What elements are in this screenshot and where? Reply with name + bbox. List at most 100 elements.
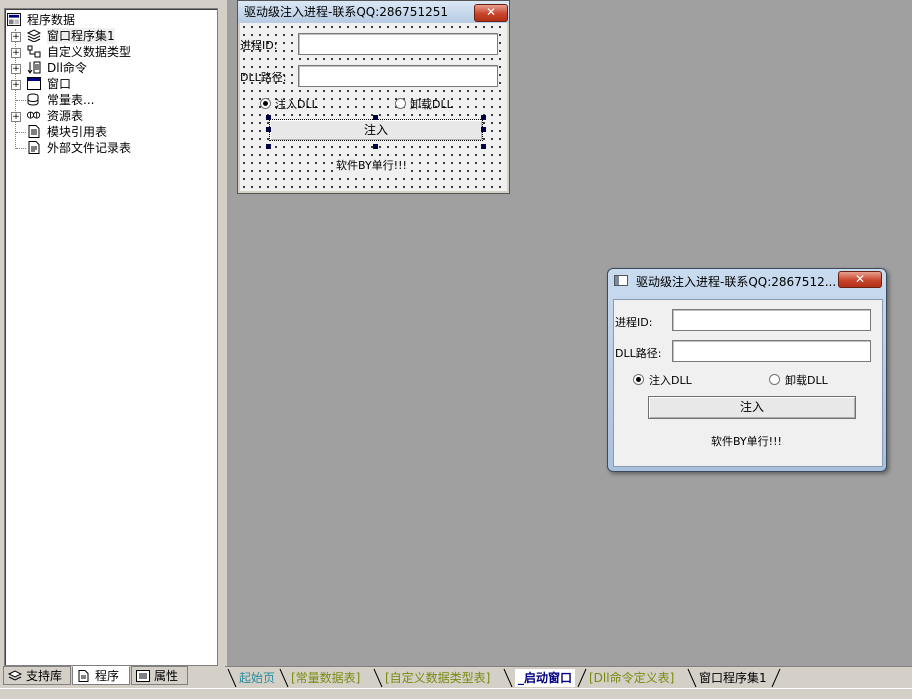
tab-program[interactable]: 程序 [72,666,130,685]
selection-handle[interactable] [266,115,271,120]
design-form-client[interactable]: 进程ID: DLL路径: 注入DLL 卸载DLL 注入 软件BY单行!!! [240,23,507,191]
status-bar [0,688,912,699]
preview-form-client: 进程ID: DLL路径: 注入DLL 卸载DLL 注入 软件BY单行!!! [613,299,883,467]
tree-item-constants[interactable]: 常量表... [5,92,205,108]
module-ref-icon [28,125,40,138]
tab-label: 支持库 [26,669,63,683]
unload-radio[interactable] [395,98,406,109]
document-icon [28,141,40,154]
inject-radio-label: 注入DLL [649,374,692,387]
tree-item-windows[interactable]: + 窗口 [5,76,205,92]
tab-constants-table[interactable]: [常量数据表] [291,669,360,687]
selection-handle[interactable] [266,127,271,132]
tree-item-module-refs[interactable]: 模块引用表 [5,124,205,140]
database-icon [27,93,39,106]
tree-item-external-files[interactable]: 外部文件记录表 [5,140,205,156]
dll-path-label: DLL路径: [240,71,287,84]
expand-icon[interactable]: + [11,112,21,122]
pid-label: 进程ID: [615,316,653,329]
tab-properties[interactable]: 属性 [131,666,188,685]
footer-label: 软件BY单行!!! [711,435,782,448]
tree-item-label: 窗口程序集1 [47,28,115,44]
unload-radio-label: 卸载DLL [785,374,828,387]
tree-item-resources[interactable]: + 资源表 [5,108,205,124]
layers-icon [27,29,41,42]
preview-form-window[interactable]: 驱动级注入进程-联系QQ:2867512... ✕ 进程ID: DLL路径: 注… [607,268,887,472]
footer-label: 软件BY单行!!! [336,157,407,173]
tab-label: 程序 [95,669,120,683]
close-icon: ✕ [854,272,866,286]
tab-window-assembly[interactable]: 窗口程序集1 [699,669,767,687]
selection-handle[interactable] [266,144,271,149]
selection-handle[interactable] [481,144,486,149]
design-form-window[interactable]: 驱动级注入进程-联系QQ:286751251 ✕ 进程ID: DLL路径: 注入… [237,0,510,194]
window-title: 驱动级注入进程-联系QQ:286751251 [244,5,448,19]
tree-connector [16,148,26,149]
dll-path-input[interactable] [672,340,871,362]
tree-item-dll-commands[interactable]: + Dll命令 [5,60,205,76]
tree-item-label: 模块引用表 [47,125,108,139]
dll-path-label: DLL路径: [615,347,662,360]
expand-icon[interactable]: + [11,32,21,42]
close-button[interactable]: ✕ [838,271,882,288]
data-type-icon [27,45,41,58]
tab-label: 属性 [154,669,179,683]
tab-custom-types-table[interactable]: [自定义数据类型表] [385,669,490,687]
library-icon [8,670,22,681]
left-panel-tabs: 支持库 程序 属性 [0,666,225,688]
properties-icon [136,670,150,682]
tab-start-page[interactable]: 起始页 [239,669,275,687]
close-button[interactable]: ✕ [474,4,508,22]
tree-item-label: 资源表 [47,109,84,123]
selection-handle[interactable] [373,144,378,149]
tree-item-label: Dll命令 [47,61,87,75]
dll-path-input[interactable] [298,65,498,87]
tree-item-label: 常量表... [47,93,95,107]
tree-item-label: 自定义数据类型 [47,45,132,59]
design-canvas[interactable]: 驱动级注入进程-联系QQ:286751251 ✕ 进程ID: DLL路径: 注入… [227,0,912,666]
tree-connector [16,132,26,133]
selection-handle[interactable] [373,115,378,120]
inject-button[interactable]: 注入 [648,396,856,419]
expand-icon[interactable]: + [11,64,21,74]
pid-label: 进程ID: [240,39,278,52]
inject-radio-label: 注入DLL [275,98,318,111]
tree-item-label: 窗口 [47,77,72,91]
design-form-titlebar[interactable]: 驱动级注入进程-联系QQ:286751251 [238,1,509,23]
tab-separator [503,668,513,688]
close-icon: ✕ [485,5,497,19]
project-panel: 程序数据 + 窗口程序集1 + 自定义数据类型 + Dll命令 + 窗口 常量表… [0,0,225,666]
app-icon [614,275,628,286]
window-title: 驱动级注入进程-联系QQ:2867512... [636,275,837,289]
document-tabs: 起始页 [常量数据表] [自定义数据类型表] _启动窗口 [Dll命令定义表] … [225,666,912,689]
tab-separator [771,668,781,688]
unload-radio[interactable] [769,374,780,385]
inject-button[interactable]: 注入 [269,119,483,141]
tab-support-library[interactable]: 支持库 [3,666,71,685]
tab-separator [279,668,289,688]
tree-root-label: 程序数据 [27,13,76,27]
pid-input[interactable] [672,309,871,331]
dll-command-icon [27,61,41,74]
tab-separator [577,668,587,688]
tab-separator [687,668,697,688]
expand-icon[interactable]: + [11,80,21,90]
expand-icon[interactable]: + [11,48,21,58]
tree-item-custom-types[interactable]: + 自定义数据类型 [5,44,205,60]
tree-item-label: 外部文件记录表 [47,141,132,155]
tab-separator [227,668,237,688]
tree-connector [16,100,26,101]
inject-radio[interactable] [260,98,271,109]
selection-handle[interactable] [481,127,486,132]
selection-handle[interactable] [481,115,486,120]
program-data-icon [7,13,21,26]
tree-item-window-assembly[interactable]: + 窗口程序集1 [5,28,205,44]
inject-radio[interactable] [633,374,644,385]
unload-radio-label: 卸载DLL [410,98,453,111]
project-tree[interactable]: 程序数据 + 窗口程序集1 + 自定义数据类型 + Dll命令 + 窗口 常量表… [4,8,218,666]
pid-input[interactable] [298,33,498,55]
tab-dll-commands-table[interactable]: [Dll命令定义表] [589,669,674,687]
tab-startup-window[interactable]: _启动窗口 [515,669,576,687]
resource-icon [27,111,41,119]
tab-separator [373,668,383,688]
